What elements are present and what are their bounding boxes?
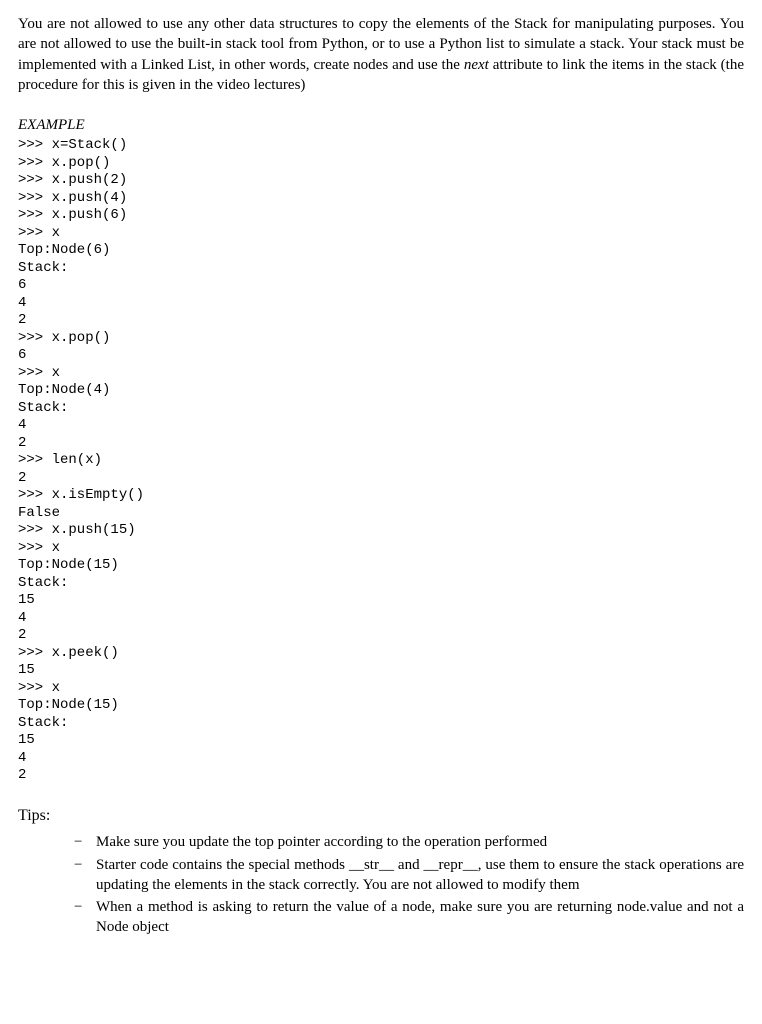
example-heading: EXAMPLE: [18, 115, 744, 135]
intro-paragraph: You are not allowed to use any other dat…: [18, 14, 744, 95]
tip-item: Starter code contains the special method…: [74, 855, 744, 896]
tip-item: When a method is asking to return the va…: [74, 897, 744, 938]
tips-heading: Tips:: [18, 805, 744, 827]
tip-item: Make sure you update the top pointer acc…: [74, 832, 744, 852]
tips-list: Make sure you update the top pointer acc…: [18, 832, 744, 937]
code-example: >>> x=Stack() >>> x.pop() >>> x.push(2) …: [18, 137, 744, 785]
intro-italic: next: [464, 57, 489, 73]
